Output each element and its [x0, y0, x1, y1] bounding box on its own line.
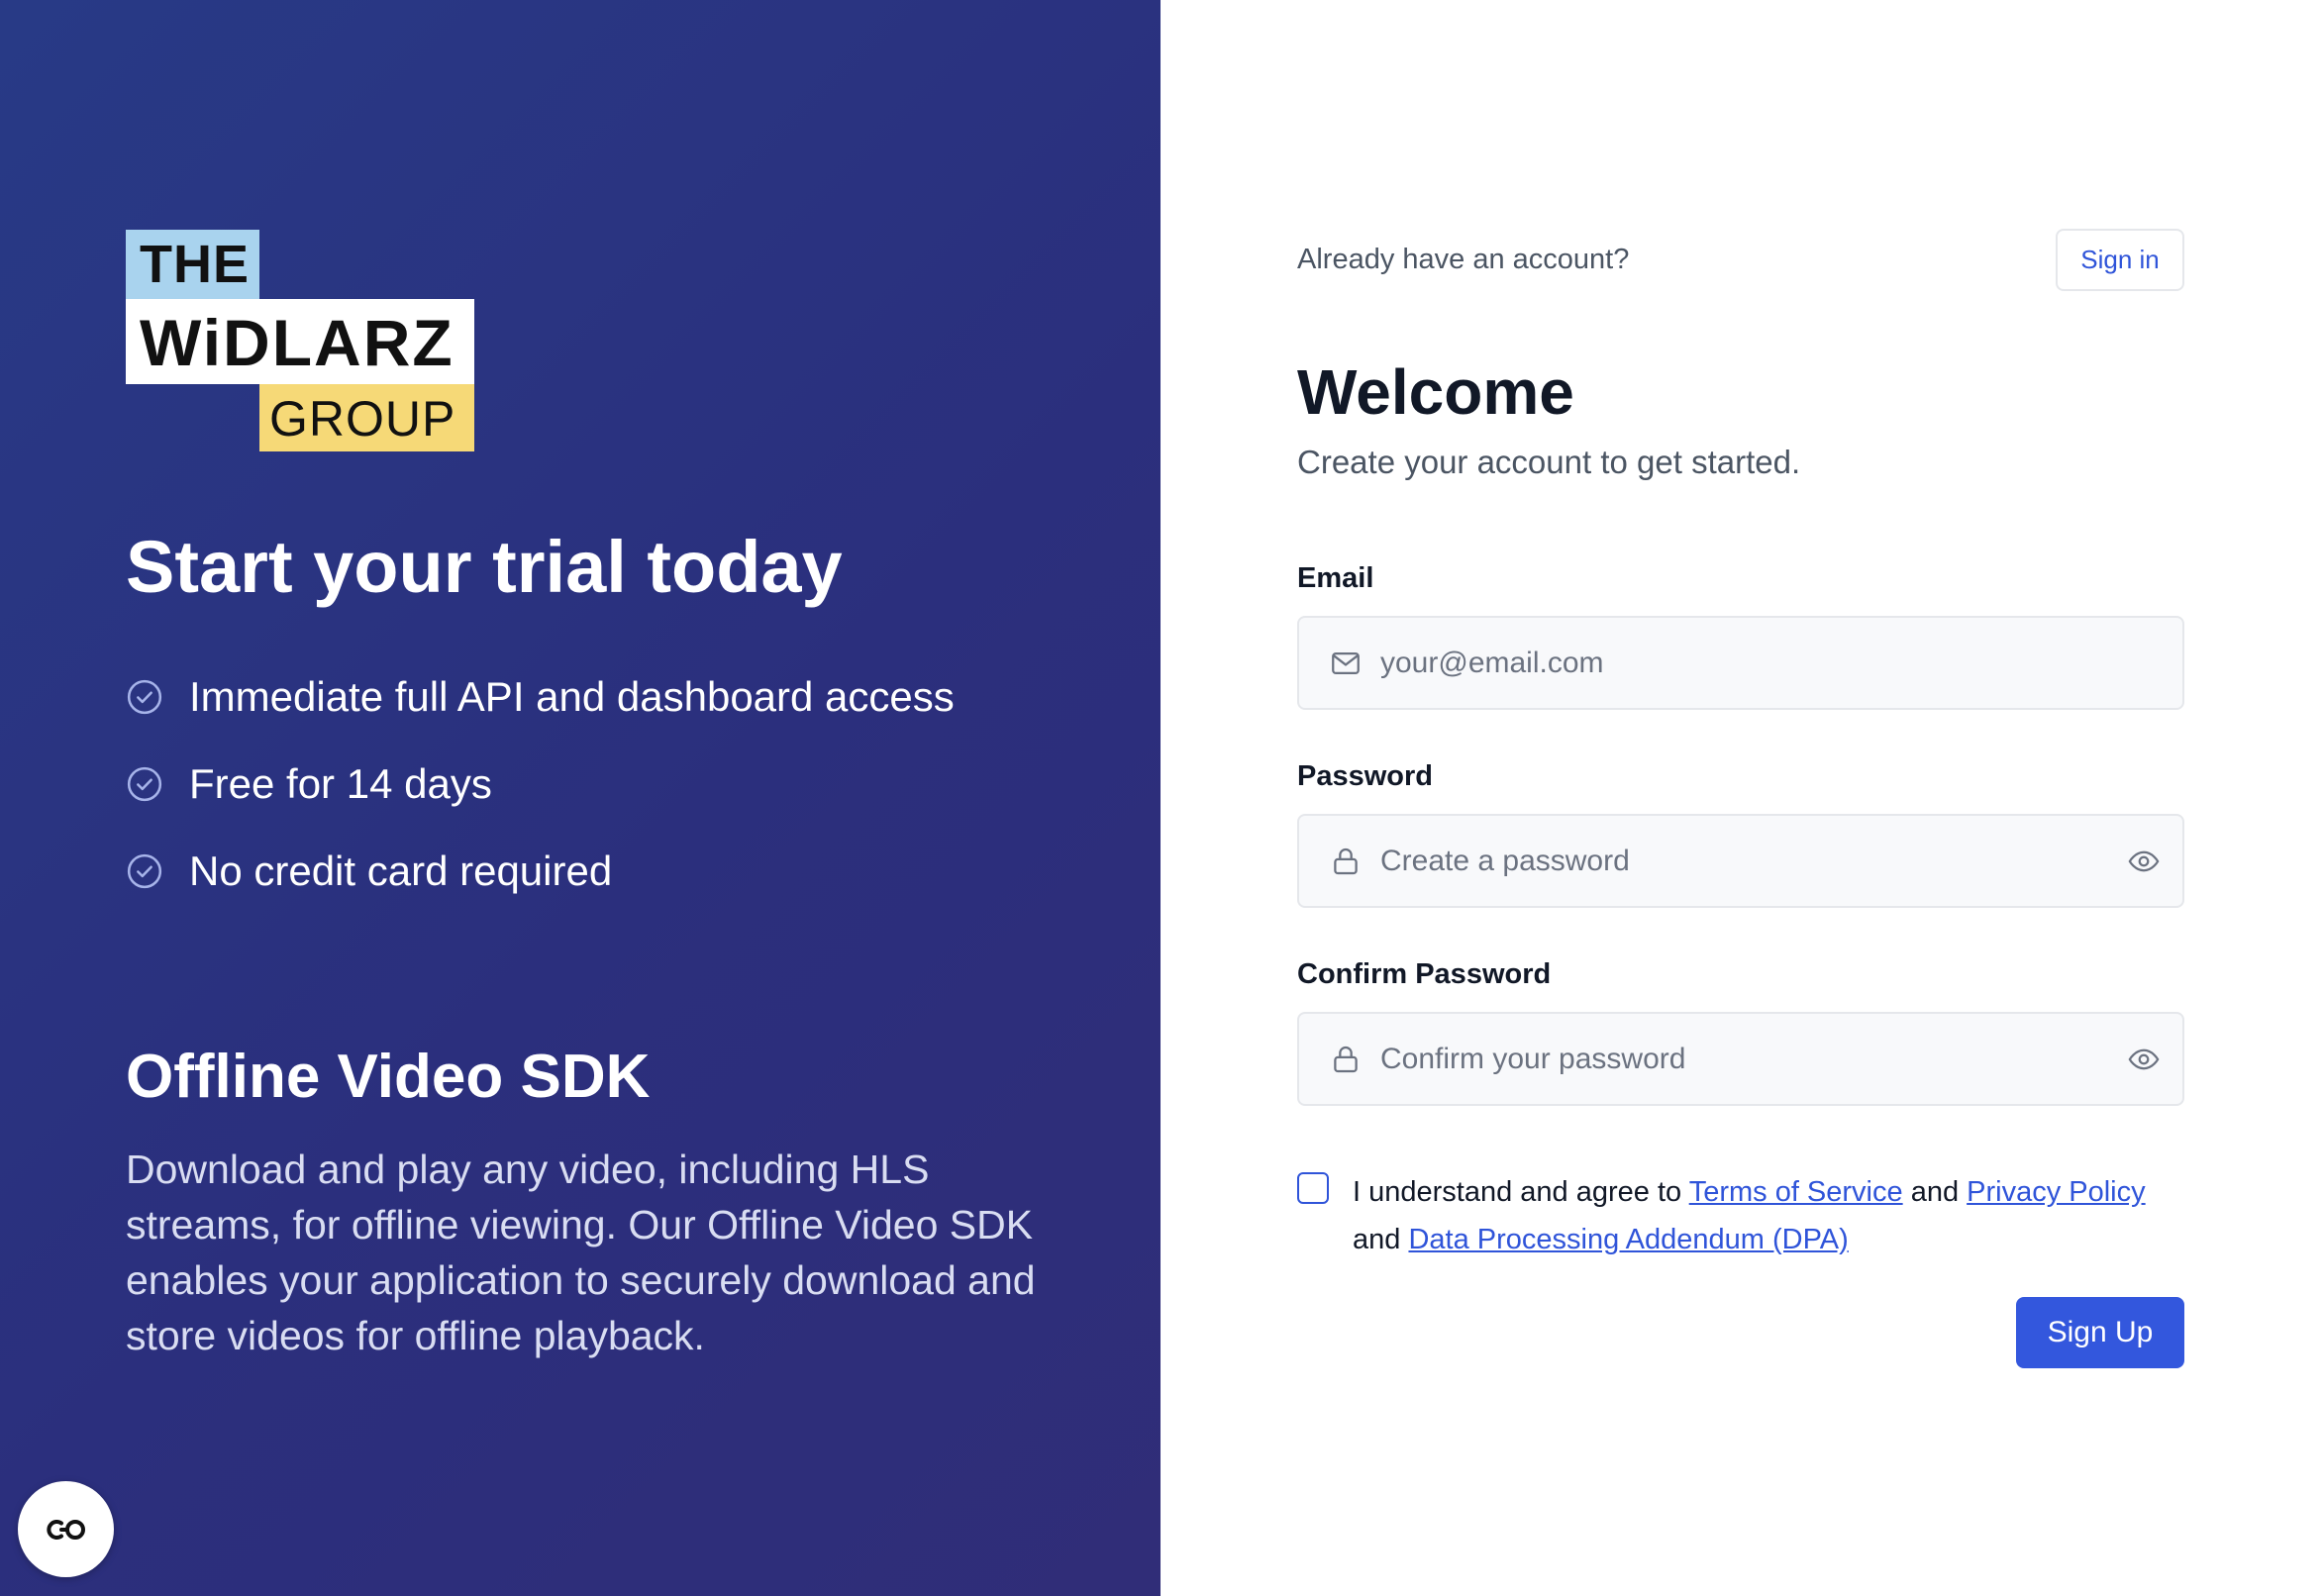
sign-in-button[interactable]: Sign in	[2056, 229, 2184, 291]
mail-icon	[1332, 651, 1360, 674]
feature-label: No credit card required	[189, 848, 613, 894]
agreement-prefix: I understand and agree to	[1353, 1176, 1689, 1208]
check-circle-icon	[127, 766, 162, 802]
agreement-checkbox[interactable]	[1297, 1172, 1329, 1204]
logo-the: THE	[126, 230, 259, 299]
agreement-text: I understand and agree to Terms of Servi…	[1353, 1168, 2146, 1263]
promo-panel: THE WiDLARZ GROUP Start your trial today…	[0, 0, 1161, 1596]
co-logo-icon	[46, 1519, 85, 1540]
widlarz-group-logo: THE WiDLARZ GROUP	[126, 230, 474, 451]
confirm-password-label: Confirm Password	[1297, 958, 1552, 990]
sign-up-button[interactable]: Sign Up	[2016, 1297, 2184, 1368]
check-circle-icon	[127, 679, 162, 715]
dpa-link[interactable]: Data Processing Addendum (DPA)	[1408, 1224, 1848, 1255]
privacy-policy-link[interactable]: Privacy Policy	[1967, 1176, 2146, 1208]
logo-group: GROUP	[259, 384, 474, 451]
email-field[interactable]	[1297, 616, 2184, 710]
trial-title: Start your trial today	[126, 526, 843, 608]
signup-page: THE WiDLARZ GROUP Start your trial today…	[0, 0, 2323, 1596]
feature-list: Immediate full API and dashboard access …	[126, 653, 955, 915]
logo-widlarz: WiDLARZ	[126, 299, 474, 384]
terms-of-service-link[interactable]: Terms of Service	[1689, 1176, 1903, 1208]
email-input[interactable]	[1380, 646, 2182, 680]
confirm-password-input[interactable]	[1380, 1042, 2127, 1076]
page-title: Welcome	[1297, 356, 1574, 428]
check-circle-icon	[127, 853, 162, 889]
password-field[interactable]	[1297, 814, 2184, 908]
lock-icon	[1334, 848, 1358, 874]
signup-form-panel: Already have an account? Sign in Welcome…	[1161, 0, 2323, 1596]
already-have-account-text: Already have an account?	[1297, 244, 1630, 275]
co-logo-button[interactable]	[18, 1481, 114, 1577]
feature-item: Immediate full API and dashboard access	[126, 653, 955, 741]
page-subtitle: Create your account to get started.	[1297, 444, 1801, 480]
email-label: Email	[1297, 562, 1374, 594]
eye-icon[interactable]	[2127, 845, 2161, 878]
product-description: Download and play any video, including H…	[126, 1147, 1036, 1358]
agreement-and: and	[1353, 1224, 1409, 1255]
feature-item: No credit card required	[126, 828, 955, 915]
confirm-password-field[interactable]	[1297, 1012, 2184, 1106]
eye-icon[interactable]	[2127, 1043, 2161, 1076]
agreement-row: I understand and agree to Terms of Servi…	[1297, 1168, 2188, 1263]
password-input[interactable]	[1380, 844, 2127, 878]
feature-label: Free for 14 days	[189, 760, 492, 807]
password-label: Password	[1297, 760, 1433, 792]
product-title: Offline Video SDK	[126, 1043, 651, 1111]
feature-label: Immediate full API and dashboard access	[189, 673, 955, 720]
agreement-and: and	[1902, 1176, 1968, 1208]
lock-icon	[1334, 1046, 1358, 1072]
feature-item: Free for 14 days	[126, 741, 955, 828]
